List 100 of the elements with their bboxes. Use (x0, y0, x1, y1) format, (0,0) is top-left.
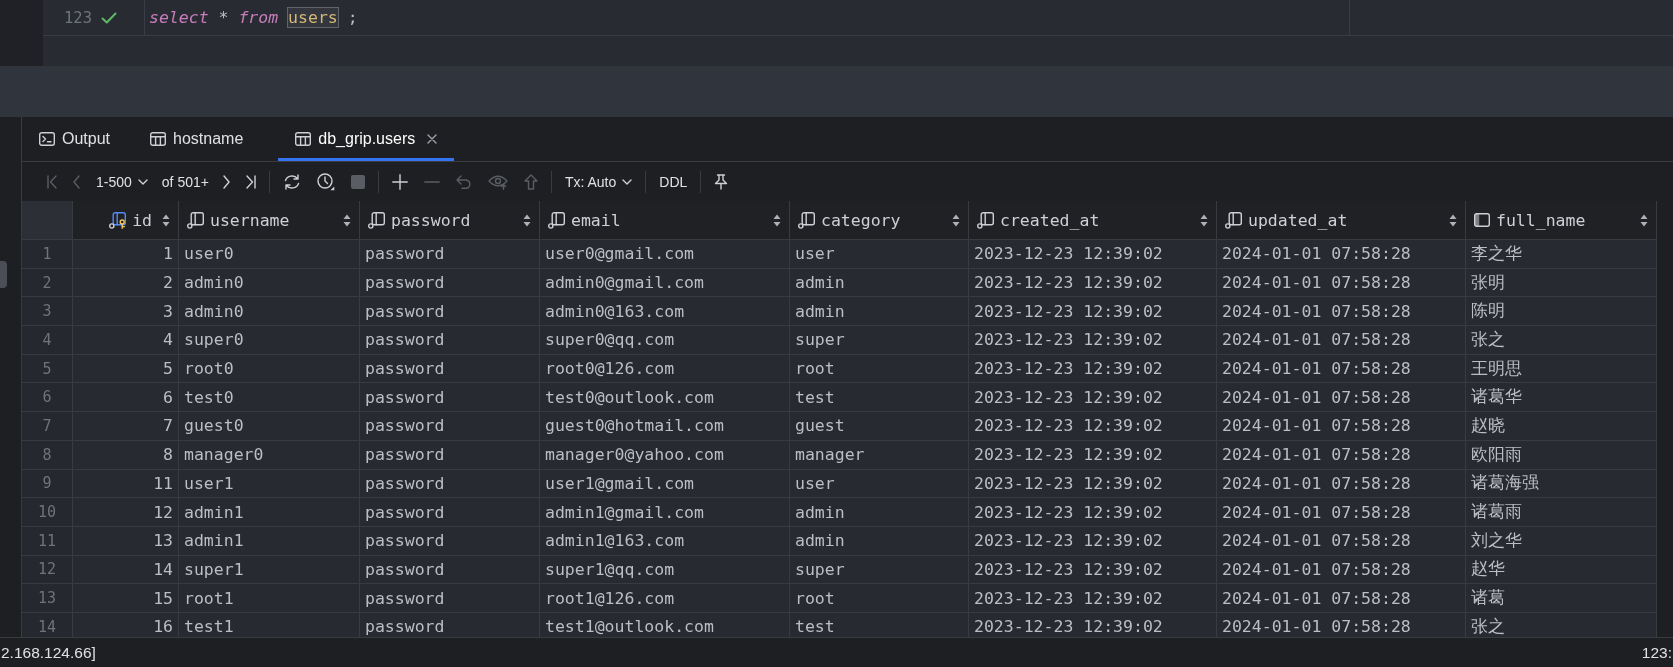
column-header[interactable]: updated_at (1217, 201, 1466, 240)
tab[interactable]: hostname (133, 117, 261, 161)
sort-icon[interactable] (343, 213, 351, 227)
table-cell: 李之华 (1466, 240, 1657, 269)
table-cell: 王明思 (1466, 354, 1657, 384)
table-cell: user1 (179, 469, 360, 499)
table-cell: root0 (179, 354, 360, 384)
caret-icon (137, 178, 148, 185)
row-number: 5 (22, 354, 73, 384)
table-cell: 1 (73, 240, 179, 269)
sort-icon[interactable] (162, 213, 170, 227)
table-cell: 欧阳雨 (1466, 440, 1657, 470)
table-cell: 诸葛华 (1466, 383, 1657, 413)
table-cell: 诸葛海强 (1466, 469, 1657, 499)
table-cell: super0 (179, 326, 360, 355)
column-icon (1474, 213, 1490, 227)
table-cell: admin0 (179, 268, 360, 298)
row-count-label: of 501+ (161, 173, 209, 190)
table-cell: guest (790, 412, 969, 441)
close-icon[interactable] (427, 134, 438, 144)
terminal-icon (39, 132, 55, 146)
table-cell: 2024-01-01 07:58:28 (1217, 584, 1466, 613)
sort-icon[interactable] (952, 213, 960, 227)
table-cell: 2024-01-01 07:58:28 (1217, 612, 1466, 637)
row-number: 2 (22, 268, 73, 298)
table-cell: 2024-01-01 07:58:28 (1217, 297, 1466, 327)
last-page-icon[interactable] (245, 174, 256, 189)
page-range-dropdown[interactable]: 1-500 (93, 169, 151, 194)
transaction-mode-dropdown[interactable]: Tx: Auto (561, 169, 636, 194)
chevron-right-icon[interactable] (222, 174, 230, 189)
table-cell: test1 (179, 612, 360, 637)
column-header[interactable]: created_at (969, 201, 1217, 240)
refresh-icon[interactable] (282, 173, 301, 190)
table-cell: manager0 (179, 440, 360, 470)
cursor-position[interactable]: 123: (1641, 643, 1673, 662)
tab[interactable]: Output (22, 117, 128, 161)
table-cell: 16 (73, 612, 179, 637)
sort-icon[interactable] (1640, 213, 1648, 227)
table-cell: 刘之华 (1466, 526, 1657, 556)
row-number: 1 (22, 240, 73, 269)
add-icon[interactable] (391, 173, 408, 190)
column-header[interactable]: username (179, 201, 360, 240)
table-icon (295, 132, 312, 146)
table-cell: super0@qq.com (540, 326, 790, 355)
column-header[interactable]: full_name (1466, 201, 1657, 240)
table-cell: password (360, 498, 540, 527)
table-cell: 5 (73, 354, 179, 384)
sort-icon[interactable] (1449, 213, 1457, 227)
row-number: 11 (22, 526, 73, 556)
row-number: 7 (22, 412, 73, 441)
table-cell: 2024-01-01 07:58:28 (1217, 268, 1466, 298)
table-cell: 赵晓 (1466, 412, 1657, 441)
table-cell: 诸葛 (1466, 584, 1657, 613)
table-cell: 3 (73, 297, 179, 327)
table-cell: 张之 (1466, 612, 1657, 637)
sort-icon[interactable] (1200, 213, 1208, 227)
table-cell: user0 (179, 240, 360, 269)
table-cell: guest0 (179, 412, 360, 441)
table-cell: password (360, 326, 540, 355)
column-header[interactable]: password (360, 201, 540, 240)
sort-icon[interactable] (523, 213, 531, 227)
table-cell: 2023-12-23 12:39:02 (969, 297, 1217, 327)
table-cell: 赵华 (1466, 555, 1657, 585)
table-cell: super1@qq.com (540, 555, 790, 585)
caret-icon (622, 178, 633, 185)
pin-icon[interactable] (714, 173, 729, 190)
table-cell: user1@gmail.com (540, 469, 790, 499)
row-number: 10 (22, 498, 73, 527)
table-cell: 2024-01-01 07:58:28 (1217, 498, 1466, 527)
table-cell: 2023-12-23 12:39:02 (969, 612, 1217, 637)
column-header[interactable]: category (790, 201, 969, 240)
tab[interactable]: db_grip.users (278, 117, 455, 161)
column-icon (1225, 211, 1242, 229)
table-cell: 8 (73, 440, 179, 470)
table-cell: 2023-12-23 12:39:02 (969, 498, 1217, 527)
table-cell: 2024-01-01 07:58:28 (1217, 354, 1466, 384)
table-cell: password (360, 268, 540, 298)
table-cell: 2023-12-23 12:39:02 (969, 526, 1217, 556)
row-number: 8 (22, 440, 73, 470)
table-cell: password (360, 354, 540, 384)
table-cell: root (790, 354, 969, 384)
table-cell: 15 (73, 584, 179, 613)
column-icon (368, 211, 385, 229)
sort-icon[interactable] (773, 213, 781, 227)
table-cell: 2023-12-23 12:39:02 (969, 326, 1217, 355)
table-cell: test (790, 383, 969, 413)
table-cell: 张明 (1466, 268, 1657, 298)
column-header[interactable]: id (73, 201, 179, 240)
table-cell: test1@outlook.com (540, 612, 790, 637)
table-cell: user (790, 240, 969, 269)
table-cell: admin1 (179, 526, 360, 556)
ddl-button[interactable]: DDL (656, 169, 691, 194)
column-icon (548, 211, 565, 229)
line-number: 123 (64, 8, 92, 27)
column-header[interactable]: email (540, 201, 790, 240)
table-cell: admin (790, 268, 969, 298)
table-cell: password (360, 469, 540, 499)
table-cell: 2023-12-23 12:39:02 (969, 383, 1217, 413)
clock-icon[interactable] (316, 172, 335, 191)
table-cell: guest0@hotmail.com (540, 412, 790, 441)
